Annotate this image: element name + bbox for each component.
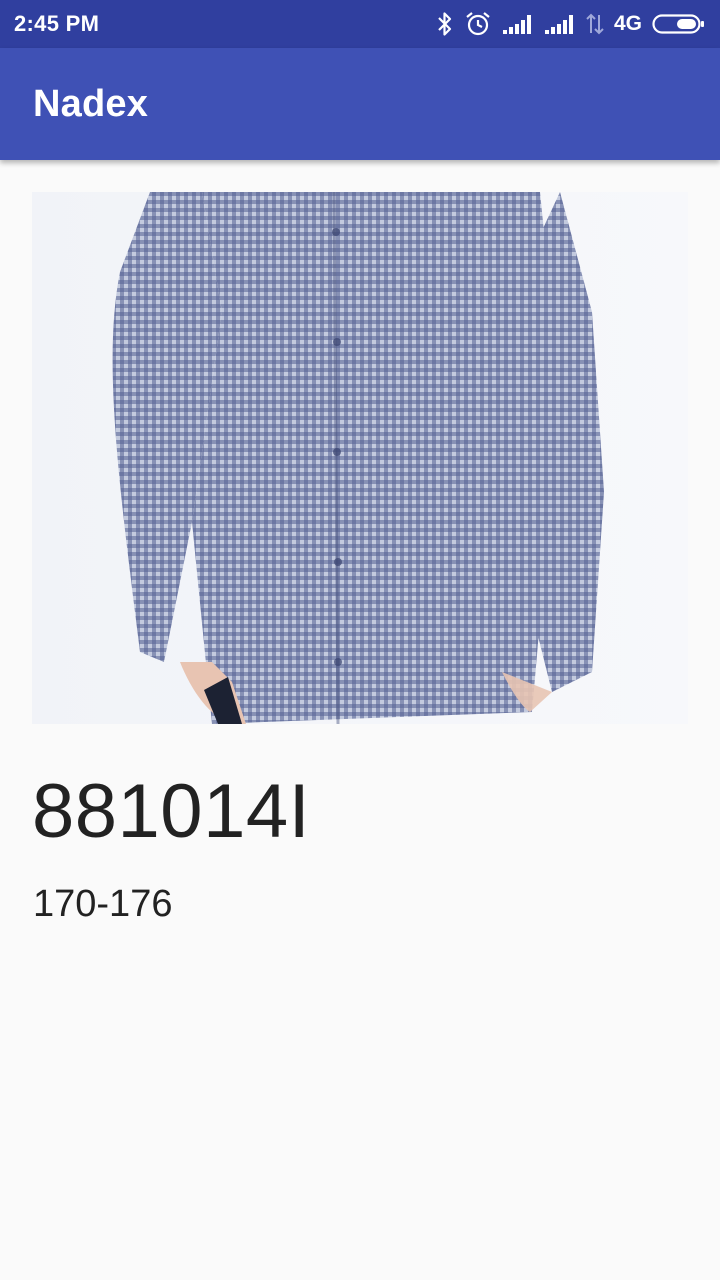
app-title: Nadex: [33, 82, 149, 125]
network-type: 4G: [613, 12, 642, 35]
product-image: [32, 192, 688, 724]
status-bar: 2:45 PM 4G: [0, 0, 720, 48]
product-code: 881014I: [32, 769, 311, 854]
signal-icon: [502, 13, 534, 35]
app-bar: Nadex: [0, 48, 720, 160]
data-arrows-icon: [586, 12, 604, 36]
product-size: 170-176: [33, 883, 173, 925]
signal-icon: [544, 13, 576, 35]
battery-icon: [652, 13, 706, 35]
status-time: 2:45 PM: [14, 11, 100, 36]
bluetooth-icon: [436, 11, 454, 37]
alarm-icon: [464, 11, 492, 37]
status-icons: 4G: [436, 11, 706, 37]
